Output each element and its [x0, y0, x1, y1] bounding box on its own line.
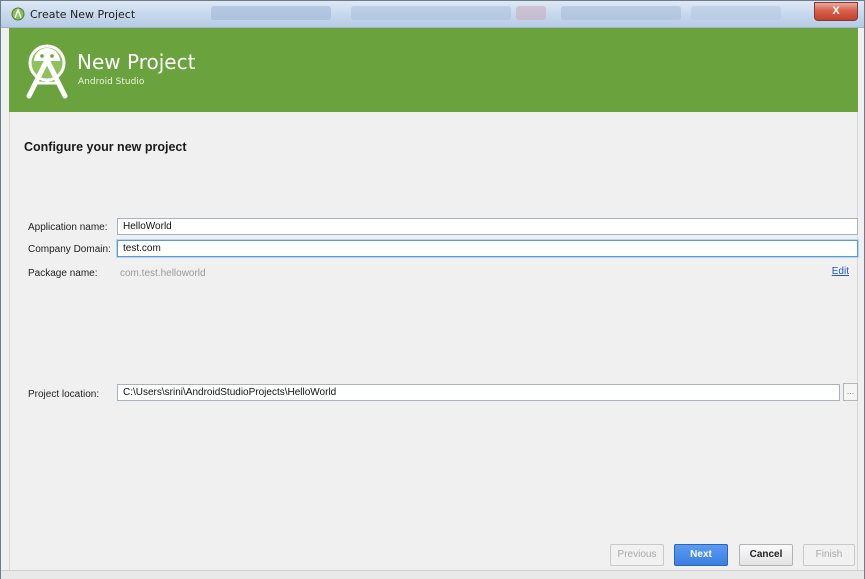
title-bar-decoration: [561, 6, 681, 20]
title-bar-decoration: [351, 6, 511, 20]
close-button[interactable]: X: [814, 2, 858, 21]
project-location-label: Project location:: [28, 389, 100, 400]
header-subtitle: Android Studio: [78, 77, 145, 87]
edit-package-link[interactable]: Edit: [832, 266, 849, 277]
title-bar-decoration: [691, 6, 781, 20]
company-domain-input[interactable]: [117, 240, 858, 257]
window-bottom-edge: [1, 570, 864, 579]
android-studio-logo: [26, 44, 68, 99]
android-studio-icon: [11, 7, 25, 21]
cancel-button[interactable]: Cancel: [739, 544, 793, 566]
create-new-project-window: Create New Project X New Project Android…: [0, 0, 865, 579]
project-location-input[interactable]: [117, 384, 840, 401]
title-bar-decoration: [516, 6, 546, 20]
configure-panel: Configure your new project Application n…: [9, 112, 858, 570]
next-button[interactable]: Next: [674, 544, 728, 566]
header-title: New Project: [77, 50, 196, 74]
package-name-label: Package name:: [28, 268, 98, 279]
header-banner: New Project Android Studio: [9, 28, 858, 112]
window-title: Create New Project: [30, 8, 136, 21]
application-name-input[interactable]: [117, 218, 858, 235]
finish-button[interactable]: Finish: [803, 544, 855, 566]
company-domain-label: Company Domain:: [28, 244, 111, 255]
previous-button[interactable]: Previous: [610, 544, 664, 566]
title-bar-decoration: [211, 6, 331, 20]
browse-location-button[interactable]: ...: [843, 383, 858, 401]
close-icon: X: [832, 5, 840, 17]
title-bar: Create New Project X: [1, 1, 864, 28]
section-title: Configure your new project: [24, 140, 187, 154]
package-name-value: com.test.helloworld: [120, 268, 206, 279]
application-name-label: Application name:: [28, 222, 108, 233]
